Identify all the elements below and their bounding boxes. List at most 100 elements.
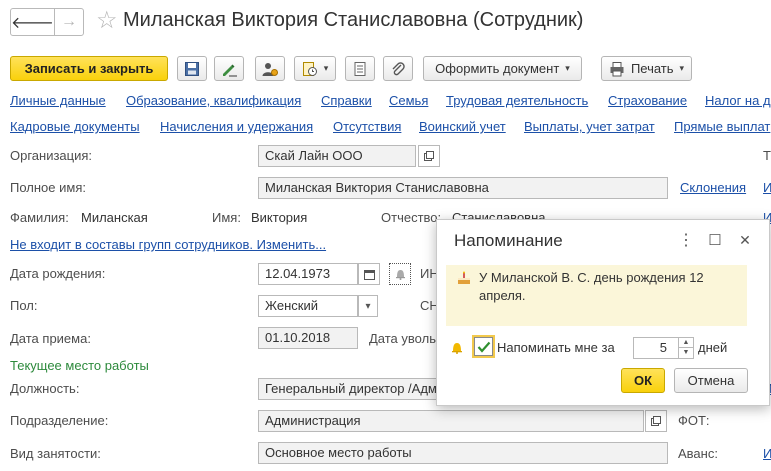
arrow-left-icon: 🡐 xyxy=(11,14,54,32)
arrow-right-icon: → xyxy=(60,13,77,30)
reminder-dialog: Напоминание ⋮ ☐ ✕ У Миланской В. С. день… xyxy=(436,219,770,406)
calendar-icon xyxy=(363,269,375,280)
chevron-down-icon: ▾ xyxy=(679,63,685,73)
department-field[interactable]: Администрация xyxy=(258,410,644,432)
window-title: Миланская Виктория Станиславовна (Сотруд… xyxy=(123,9,584,31)
surname-label: Фамилия: xyxy=(10,210,69,225)
list-icon xyxy=(354,61,366,76)
patronymic-label: Отчество: xyxy=(381,210,442,225)
employee-structure-button[interactable] xyxy=(255,56,285,81)
list-button[interactable] xyxy=(345,56,375,81)
attach-file-button[interactable] xyxy=(383,56,413,81)
back-button[interactable]: 🡐 xyxy=(11,9,55,35)
bell-icon xyxy=(395,270,405,280)
create-document-button[interactable]: Оформить документ ▾ xyxy=(423,56,582,81)
post-button[interactable] xyxy=(214,56,244,81)
right-cutoff-link-1[interactable]: И xyxy=(763,180,771,195)
navigation-buttons: 🡐 → xyxy=(10,8,84,36)
full-name-label: Полное имя: xyxy=(10,180,86,195)
tab-work-history[interactable]: Трудовая деятельность xyxy=(446,93,588,108)
full-name-field[interactable]: Миланская Виктория Станиславовна xyxy=(258,177,668,199)
reminder-message-text: У Миланской В. С. день рождения 12 апрел… xyxy=(479,270,704,303)
current-job-header: Текущее место работы xyxy=(10,358,149,373)
surname-value: Миланская xyxy=(81,210,148,225)
chevron-down-icon: ▾ xyxy=(323,63,329,73)
organization-field[interactable]: Скай Лайн ООО xyxy=(258,145,416,167)
print-button[interactable]: Печать ▾ xyxy=(601,56,692,81)
more-menu-icon[interactable]: ⋮ xyxy=(677,230,695,250)
open-window-icon xyxy=(651,416,661,426)
tab-insurance[interactable]: Страхование xyxy=(608,93,687,108)
paperclip-icon xyxy=(392,61,405,75)
employment-type-label: Вид занятости: xyxy=(10,446,101,461)
position-field[interactable]: Генеральный директор /Адм xyxy=(258,378,448,400)
create-document-label: Оформить документ xyxy=(435,61,560,76)
pencil-check-icon xyxy=(223,64,237,77)
floppy-disk-icon xyxy=(185,61,199,76)
tab-personal-data[interactable]: Личные данные xyxy=(10,93,106,108)
birthday-reminder-button[interactable] xyxy=(389,263,411,285)
advance-label: Аванс: xyxy=(678,446,718,461)
birth-date-label: Дата рождения: xyxy=(10,266,106,281)
close-icon[interactable]: ✕ xyxy=(736,230,754,250)
checkmark-icon xyxy=(477,341,490,353)
department-label: Подразделение: xyxy=(10,413,109,428)
tab-payments-costs[interactable]: Выплаты, учет затрат xyxy=(524,119,655,134)
calendar-button[interactable] xyxy=(358,263,380,285)
position-label: Должность: xyxy=(10,381,80,396)
person-gear-icon xyxy=(262,62,278,76)
tab-military-record[interactable]: Воинский учет xyxy=(419,119,506,134)
save-button[interactable] xyxy=(177,56,207,81)
tab-education[interactable]: Образование, квалификация xyxy=(126,93,301,108)
chevron-down-icon: ▾ xyxy=(565,63,570,73)
maximize-icon[interactable]: ☐ xyxy=(706,230,724,250)
history-button[interactable]: ▾ xyxy=(294,56,336,81)
hire-date-field[interactable]: 01.10.2018 xyxy=(258,327,358,349)
document-clock-icon xyxy=(302,61,317,76)
forward-button[interactable]: → xyxy=(55,9,83,35)
days-stepper[interactable]: 5 ▲ ▼ xyxy=(633,337,694,359)
employee-groups-link[interactable]: Не входит в составы групп сотрудников. И… xyxy=(10,237,326,252)
employment-type-field[interactable]: Основное место работы xyxy=(258,442,668,464)
right-cutoff-label-t: Т xyxy=(763,148,771,163)
tab-hr-documents[interactable]: Кадровые документы xyxy=(10,119,140,134)
open-department-button[interactable] xyxy=(645,410,667,432)
cancel-button[interactable]: Отмена xyxy=(674,368,748,393)
stepper-down-icon[interactable]: ▼ xyxy=(679,348,693,358)
tab-direct-payments[interactable]: Прямые выплат xyxy=(674,119,770,134)
days-label: дней xyxy=(698,340,728,355)
open-window-icon xyxy=(424,151,434,161)
days-value: 5 xyxy=(659,340,667,355)
remind-label: Напоминать мне за xyxy=(497,340,615,355)
favorite-star-icon[interactable]: ☆ xyxy=(96,6,118,36)
printer-icon xyxy=(610,61,624,76)
bell-icon xyxy=(452,343,462,354)
tab-family[interactable]: Семья xyxy=(389,93,428,108)
gender-select[interactable]: Женский xyxy=(258,295,358,317)
tab-income-tax[interactable]: Налог на д xyxy=(705,93,771,108)
birthday-cake-icon xyxy=(458,271,470,284)
right-cutoff-link-4[interactable]: И xyxy=(763,446,771,461)
stepper-up-icon[interactable]: ▲ xyxy=(679,338,693,348)
first-name-label: Имя: xyxy=(212,210,241,225)
save-and-close-button[interactable]: Записать и закрыть xyxy=(10,56,168,81)
hire-date-label: Дата приема: xyxy=(10,331,91,346)
tab-absences[interactable]: Отсутствия xyxy=(333,119,401,134)
tab-certificates[interactable]: Справки xyxy=(321,93,372,108)
declension-link[interactable]: Склонения xyxy=(680,180,746,195)
reminder-message-box: У Миланской В. С. день рождения 12 апрел… xyxy=(446,265,747,326)
first-name-value: Виктория xyxy=(251,210,308,225)
tab-accruals-deductions[interactable]: Начисления и удержания xyxy=(160,119,313,134)
birth-date-field[interactable]: 12.04.1973 xyxy=(258,263,358,285)
remind-checkbox[interactable] xyxy=(474,337,493,356)
gender-label: Пол: xyxy=(10,298,38,313)
payroll-fund-label: ФОТ: xyxy=(678,413,710,428)
chevron-down-icon: ▾ xyxy=(365,300,371,312)
dialog-title: Напоминание xyxy=(454,231,563,250)
stepper-buttons: ▲ ▼ xyxy=(678,338,693,358)
open-organization-button[interactable] xyxy=(418,145,440,167)
organization-label: Организация: xyxy=(10,148,93,163)
gender-dropdown-button[interactable]: ▾ xyxy=(358,295,378,317)
ok-button[interactable]: ОК xyxy=(621,368,665,393)
print-label: Печать xyxy=(630,61,674,76)
